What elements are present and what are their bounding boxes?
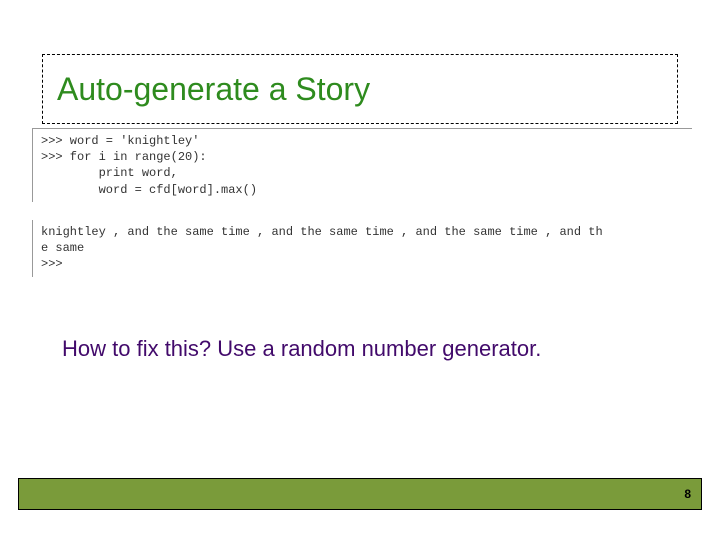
page-number: 8 [684,487,691,501]
title-box: Auto-generate a Story [42,54,678,124]
code-block: >>> word = 'knightley' >>> for i in rang… [32,128,692,202]
question-text: How to fix this? Use a random number gen… [62,336,541,362]
output-block: knightley , and the same time , and the … [32,220,692,277]
footer-bar: 8 [18,478,702,510]
slide-title: Auto-generate a Story [57,71,370,108]
